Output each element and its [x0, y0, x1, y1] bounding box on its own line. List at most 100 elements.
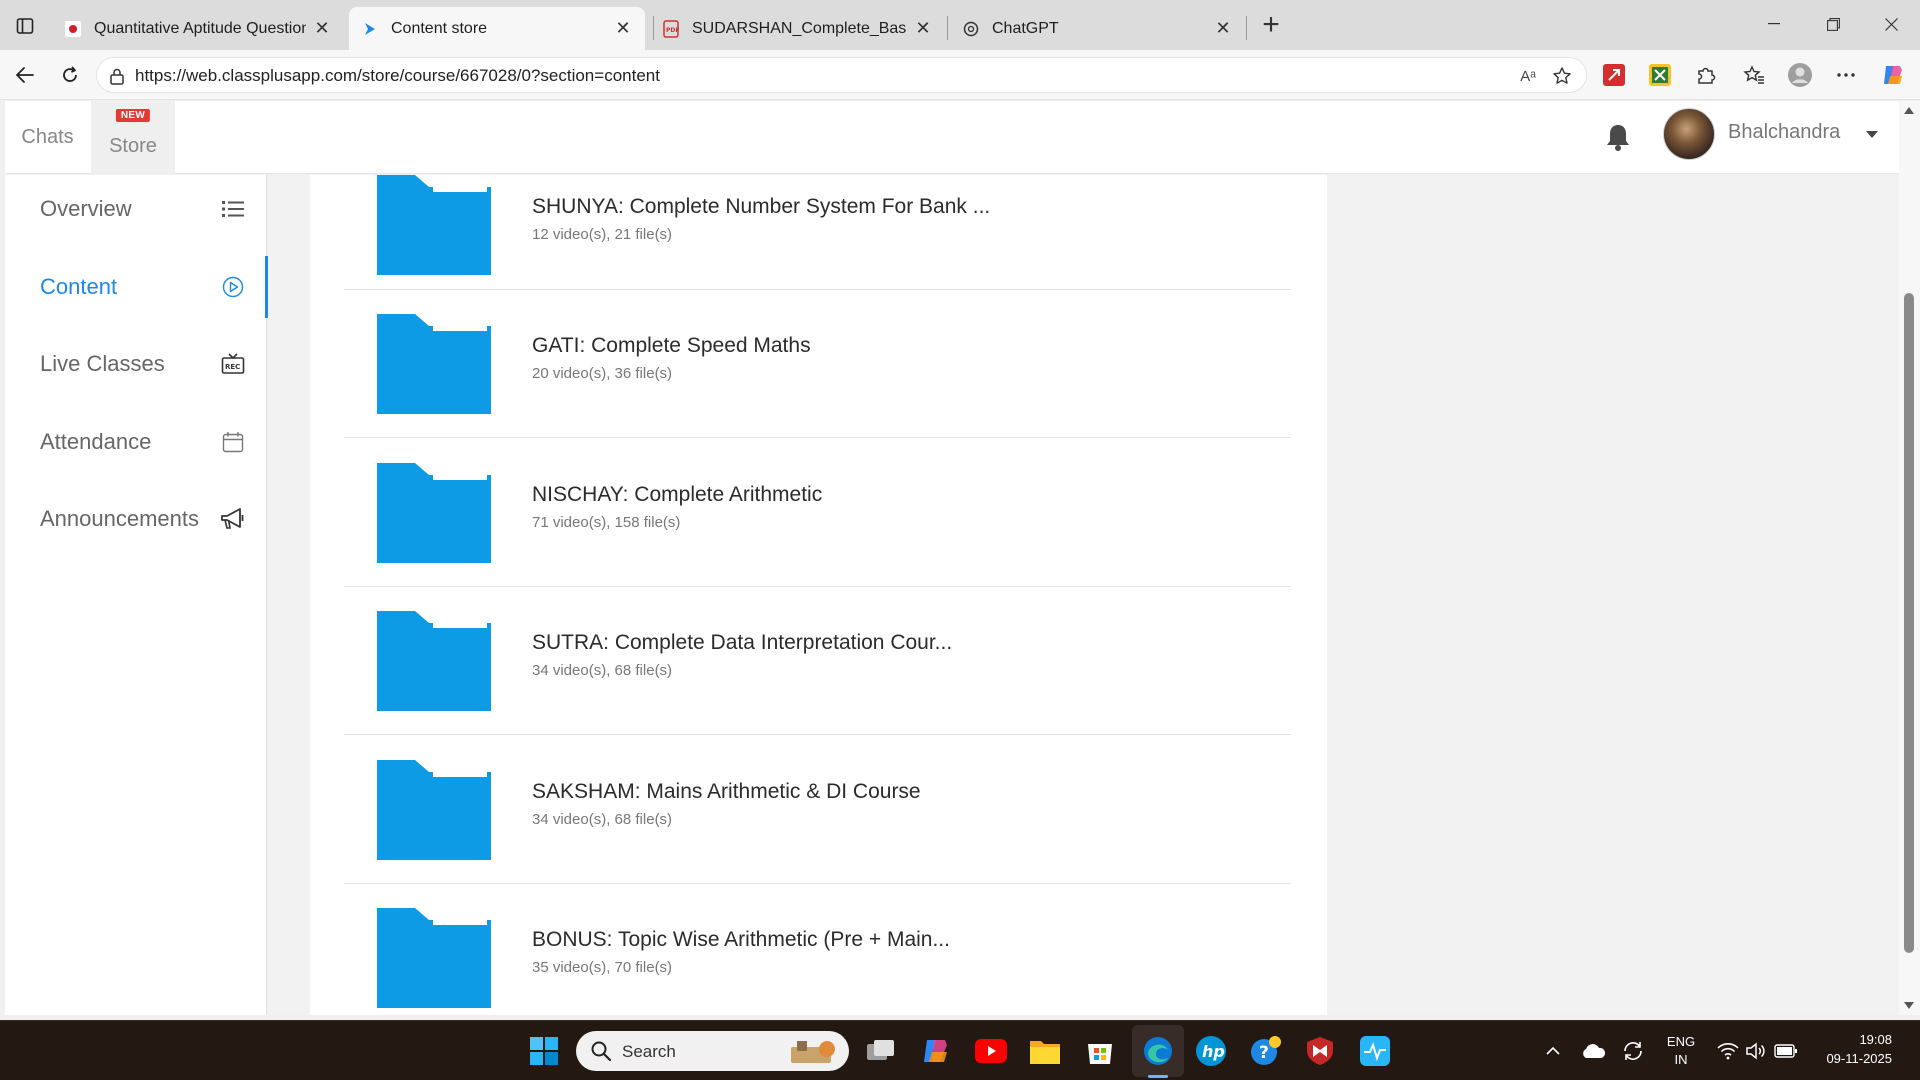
close-tab-icon[interactable]: ✕	[1213, 18, 1233, 39]
health-app-icon[interactable]	[1357, 1033, 1393, 1069]
app-header: Chats NEW Store Bhalchandra	[5, 101, 1899, 174]
favorite-star-icon[interactable]	[1550, 64, 1574, 88]
sidebar-item-label: Attendance	[40, 429, 152, 454]
browser-tab-chatgpt[interactable]: ChatGPT ✕	[950, 7, 1245, 50]
onedrive-cloud-icon[interactable]	[1575, 1033, 1611, 1069]
favorites-icon[interactable]	[1741, 62, 1767, 88]
read-aloud-icon[interactable]: Aᵃ	[1516, 64, 1540, 88]
microsoft-store-icon[interactable]	[1082, 1033, 1118, 1069]
more-menu-icon[interactable]	[1833, 62, 1859, 88]
mcafee-icon[interactable]	[1302, 1033, 1338, 1069]
browser-tab-sudarshan[interactable]: PDF SUDARSHAN_Complete_Basic_to_A ✕	[650, 7, 945, 50]
scroll-down-arrow-icon[interactable]	[1904, 1002, 1914, 1009]
folder-name: SHUNYA: Complete Number System For Bank …	[532, 195, 991, 218]
refresh-button[interactable]	[55, 60, 85, 90]
quant-favicon-icon	[64, 20, 82, 38]
get-help-icon[interactable]: ?	[1248, 1033, 1284, 1069]
page-scrollbar[interactable]	[1899, 101, 1920, 1015]
back-button[interactable]	[10, 60, 40, 90]
extensions-puzzle-icon[interactable]	[1693, 62, 1719, 88]
browser-tab-content-store[interactable]: Content store ✕	[349, 7, 645, 50]
scroll-up-arrow-icon[interactable]	[1904, 107, 1914, 114]
tab-actions-icon[interactable]	[10, 11, 40, 41]
svg-text:hp: hp	[1202, 1042, 1225, 1061]
profile-icon[interactable]	[1787, 62, 1813, 88]
folder-name: GATI: Complete Speed Maths	[532, 334, 811, 357]
youtube-icon[interactable]	[973, 1033, 1009, 1069]
clock[interactable]: 19:08 09-11-2025	[1808, 1032, 1892, 1066]
folder-item[interactable]: BONUS: Topic Wise Arithmetic (Pre + Main…	[344, 884, 1291, 1015]
content-folder-list: SHUNYA: Complete Number System For Bank …	[310, 175, 1327, 1015]
close-tab-icon[interactable]: ✕	[613, 18, 633, 39]
close-window-button[interactable]	[1868, 8, 1914, 40]
taskbar-search[interactable]: Search	[576, 1031, 849, 1071]
folder-name: NISCHAY: Complete Arithmetic	[532, 483, 823, 506]
folder-item[interactable]: GATI: Complete Speed Maths 20 video(s), …	[344, 290, 1291, 438]
tab-separator	[1246, 16, 1247, 40]
minimize-button[interactable]	[1751, 8, 1797, 40]
tab-store[interactable]: NEW Store	[91, 101, 175, 174]
task-view-icon[interactable]	[863, 1033, 899, 1069]
folder-meta: 35 video(s), 70 file(s)	[532, 959, 673, 976]
file-explorer-icon[interactable]	[1027, 1033, 1063, 1069]
battery-icon[interactable]	[1768, 1033, 1804, 1069]
copilot-app-icon[interactable]	[918, 1033, 954, 1069]
folder-item[interactable]: SAKSHAM: Mains Arithmetic & DI Course 34…	[344, 736, 1291, 884]
tab-chats[interactable]: Chats	[5, 101, 90, 174]
chatgpt-favicon-icon	[962, 20, 980, 38]
pdf-favicon-icon: PDF	[662, 19, 680, 38]
sidebar-item-announcements[interactable]: Announcements	[5, 488, 267, 550]
language-indicator[interactable]: ENG IN	[1664, 1034, 1698, 1067]
new-tab-button[interactable]: +	[1255, 10, 1287, 41]
folder-meta: 12 video(s), 21 file(s)	[532, 226, 673, 243]
sidebar-item-label: Announcements	[40, 506, 199, 531]
notification-bell-icon[interactable]	[1603, 121, 1633, 153]
tab-store-label: Store	[109, 135, 157, 157]
clock-time: 19:08	[1859, 1032, 1892, 1047]
sidebar: Overview Content Live Classes REC Attend…	[5, 175, 268, 1015]
tab-separator	[947, 16, 948, 40]
sidebar-item-label: Content	[40, 274, 118, 299]
sidebar-item-overview[interactable]: Overview	[5, 178, 267, 240]
site-info-icon[interactable]	[107, 66, 127, 86]
avatar[interactable]	[1663, 108, 1715, 160]
sheet-extension-icon[interactable]	[1647, 62, 1673, 88]
folder-icon	[377, 175, 491, 275]
scrollbar-thumb[interactable]	[1904, 293, 1914, 953]
sidebar-item-live-classes[interactable]: Live Classes REC	[5, 333, 267, 395]
folder-item[interactable]: SHUNYA: Complete Number System For Bank …	[344, 175, 1291, 290]
pdf-extension-icon[interactable]	[1601, 62, 1627, 88]
folder-icon	[377, 611, 491, 711]
folder-name: SAKSHAM: Mains Arithmetic & DI Course	[532, 780, 921, 803]
calendar-icon	[220, 429, 246, 455]
folder-meta: 34 video(s), 68 file(s)	[532, 811, 673, 828]
region-code: IN	[1674, 1052, 1688, 1067]
username[interactable]: Bhalchandra	[1728, 121, 1840, 144]
restore-button[interactable]	[1810, 8, 1856, 40]
close-tab-icon[interactable]: ✕	[913, 18, 933, 39]
sidebar-item-content[interactable]: Content	[5, 256, 268, 318]
folder-item[interactable]: NISCHAY: Complete Arithmetic 71 video(s)…	[344, 439, 1291, 587]
tab-title: Quantitative Aptitude Questions A	[94, 19, 306, 37]
svg-text:PDF: PDF	[666, 27, 679, 34]
folder-icon	[377, 463, 491, 563]
close-tab-icon[interactable]: ✕	[312, 18, 332, 39]
sidebar-item-label: Overview	[40, 196, 132, 221]
url-text[interactable]: https://web.classplusapp.com/store/cours…	[135, 66, 660, 86]
chevron-down-icon[interactable]	[1866, 131, 1878, 138]
show-hidden-icons-chevron-up-icon[interactable]	[1535, 1033, 1571, 1069]
folder-meta: 34 video(s), 68 file(s)	[532, 662, 673, 679]
folder-item[interactable]: SUTRA: Complete Data Interpretation Cour…	[344, 587, 1291, 735]
edge-browser-icon[interactable]	[1140, 1033, 1176, 1069]
svg-text:?: ?	[1259, 1043, 1269, 1063]
copilot-icon[interactable]	[1880, 62, 1906, 88]
hp-icon[interactable]: hp	[1193, 1033, 1229, 1069]
windows-start-icon[interactable]	[526, 1033, 562, 1069]
list-icon	[220, 196, 246, 222]
browser-tab-quant[interactable]: Quantitative Aptitude Questions A ✕	[52, 7, 344, 50]
sync-icon[interactable]	[1615, 1033, 1651, 1069]
megaphone-icon	[220, 506, 246, 532]
browser-toolbar: https://web.classplusapp.com/store/cours…	[0, 50, 1920, 100]
sidebar-item-attendance[interactable]: Attendance	[5, 411, 267, 473]
address-bar[interactable]: https://web.classplusapp.com/store/cours…	[96, 57, 1587, 93]
